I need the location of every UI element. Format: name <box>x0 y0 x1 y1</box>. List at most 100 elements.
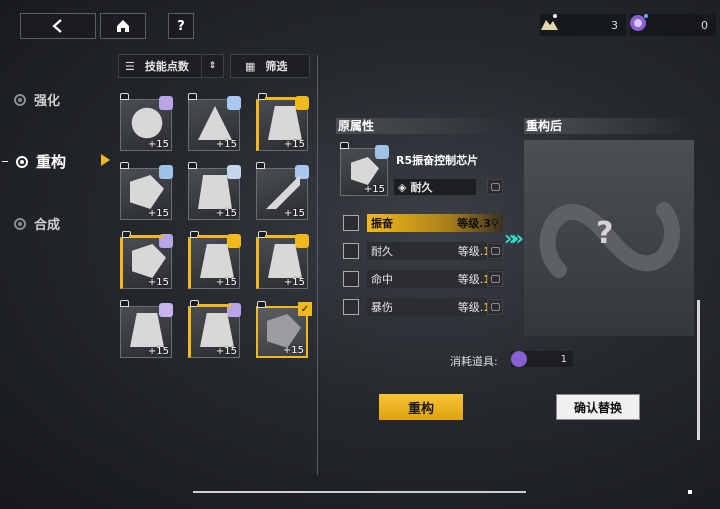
lock-icon <box>120 300 129 307</box>
home-icon <box>117 20 129 32</box>
chip-glyph-icon <box>198 106 232 140</box>
back-button[interactable] <box>20 13 96 39</box>
chip-glyph-icon <box>130 313 164 347</box>
chip-glyph-icon <box>351 157 379 185</box>
resource-counter-orb: 0 <box>630 14 716 36</box>
stat-row-1: 振奋 等级.3⚲ <box>343 214 503 232</box>
transform-arrow-icon: »» <box>504 226 524 250</box>
chip-glyph-icon <box>130 175 164 209</box>
home-button[interactable] <box>100 13 146 39</box>
stat-level: 3 <box>483 217 491 230</box>
cost-item: 1 <box>511 351 573 367</box>
stat-icon <box>343 215 359 231</box>
lock-icon <box>188 93 197 100</box>
stat-name: 暴伤 <box>371 301 393 314</box>
level-label: 等级. <box>457 301 484 314</box>
lock-main-stat-button[interactable] <box>487 179 503 195</box>
resource-count: 3 <box>611 18 618 32</box>
chip-plus: +15 <box>147 346 169 357</box>
chip-plus: +15 <box>282 345 304 356</box>
chip-card[interactable]: +15 ✓ <box>256 301 312 358</box>
scrollbar[interactable] <box>697 300 700 440</box>
filter-button[interactable]: ▦ 筛选 <box>230 54 310 78</box>
lock-stat-button[interactable] <box>487 271 503 287</box>
lock-icon <box>257 301 266 308</box>
confirm-replace-button[interactable]: 确认替换 <box>556 394 640 420</box>
resource-counter-material: 3 <box>540 14 626 36</box>
chip-card[interactable]: +15 <box>120 162 173 220</box>
reconstruct-button[interactable]: 重构 <box>379 394 463 420</box>
lock-icon <box>188 162 197 169</box>
main-stat-label: 耐久 <box>410 181 433 194</box>
cost-count: 1 <box>560 353 567 365</box>
stat-name: 命中 <box>371 273 393 286</box>
chip-plus: +15 <box>215 277 237 288</box>
purple-orb-icon <box>511 351 527 367</box>
panel-divider <box>317 55 318 475</box>
stat-row-2: 耐久 等级.1⚲ <box>343 242 503 260</box>
chip-plus: +15 <box>147 208 169 219</box>
chip-glyph-icon <box>268 244 302 278</box>
chip-card[interactable]: +15 <box>188 162 241 220</box>
stat-row-4: 暴伤 等级.1⚲ <box>343 298 503 316</box>
chip-card[interactable]: +15 <box>120 300 173 358</box>
level-label: 等级. <box>457 217 484 230</box>
lock-icon <box>120 162 129 169</box>
chip-glyph-icon <box>132 244 166 278</box>
rarity-bar <box>197 304 231 307</box>
help-button[interactable]: ? <box>168 13 194 39</box>
original-attributes-heading: 原属性 <box>336 118 506 134</box>
sort-icon: ☰ <box>125 59 135 73</box>
chip-card[interactable]: +15 <box>188 231 241 289</box>
help-icon: ? <box>177 18 185 34</box>
stat-name: 振奋 <box>371 217 393 230</box>
character-gem-icon <box>159 165 173 179</box>
sort-label: 技能点数 <box>144 60 189 73</box>
chip-card[interactable]: +15 <box>256 162 309 220</box>
chip-plus: +15 <box>283 208 305 219</box>
character-gem-icon <box>375 145 389 159</box>
stat-name: 耐久 <box>371 245 393 258</box>
nav-synthesize[interactable]: 合成 <box>14 214 60 233</box>
nav-dot-icon <box>14 217 26 230</box>
chevron-left-icon <box>52 19 62 33</box>
material-pile-icon <box>541 14 558 30</box>
chip-glyph-icon <box>131 107 163 139</box>
chip-card[interactable]: +15 <box>256 93 309 151</box>
lock-icon <box>120 93 129 100</box>
stat-icon <box>343 271 359 287</box>
search-icon[interactable]: ⚲ <box>491 217 499 230</box>
lock-icon <box>340 142 349 149</box>
nav-reconstruct[interactable]: 重构 <box>2 151 66 172</box>
chip-card[interactable]: +15 <box>256 231 309 289</box>
chip-card[interactable]: +15 <box>120 231 173 289</box>
checkmark-icon: ✓ <box>298 302 312 316</box>
sort-dropdown[interactable]: ☰ 技能点数 ⇕ <box>118 54 224 78</box>
unknown-result-icon: ? <box>596 216 614 251</box>
lock-stat-button[interactable] <box>487 243 503 259</box>
rarity-bar <box>129 235 163 238</box>
level-label: 等级. <box>457 245 484 258</box>
level-label: 等级. <box>457 273 484 286</box>
lock-icon <box>256 162 265 169</box>
chip-glyph-icon <box>268 106 302 140</box>
sort-toggle-icon[interactable]: ⇕ <box>201 55 223 77</box>
chip-plus: +15 <box>147 277 169 288</box>
character-gem-icon <box>295 165 309 179</box>
resource-count: 0 <box>701 18 708 32</box>
chip-card[interactable]: +15 <box>188 300 241 358</box>
character-gem-icon <box>227 165 241 179</box>
nav-dot-icon <box>14 93 26 106</box>
chip-card[interactable]: +15 <box>120 93 173 151</box>
chip-plus: +15 <box>215 208 237 219</box>
lock-stat-button[interactable] <box>487 299 503 315</box>
chip-card[interactable]: +15 <box>188 93 241 151</box>
filter-label: 筛选 <box>265 60 288 73</box>
chip-glyph-icon <box>198 175 232 209</box>
purple-orb-icon <box>630 14 648 31</box>
chip-plus: +15 <box>215 346 237 357</box>
chip-plus: +15 <box>363 184 385 195</box>
nav-enhance[interactable]: 强化 <box>14 90 60 109</box>
chip-plus: +15 <box>147 139 169 150</box>
chip-name: R5振奋控制芯片 <box>396 154 479 167</box>
